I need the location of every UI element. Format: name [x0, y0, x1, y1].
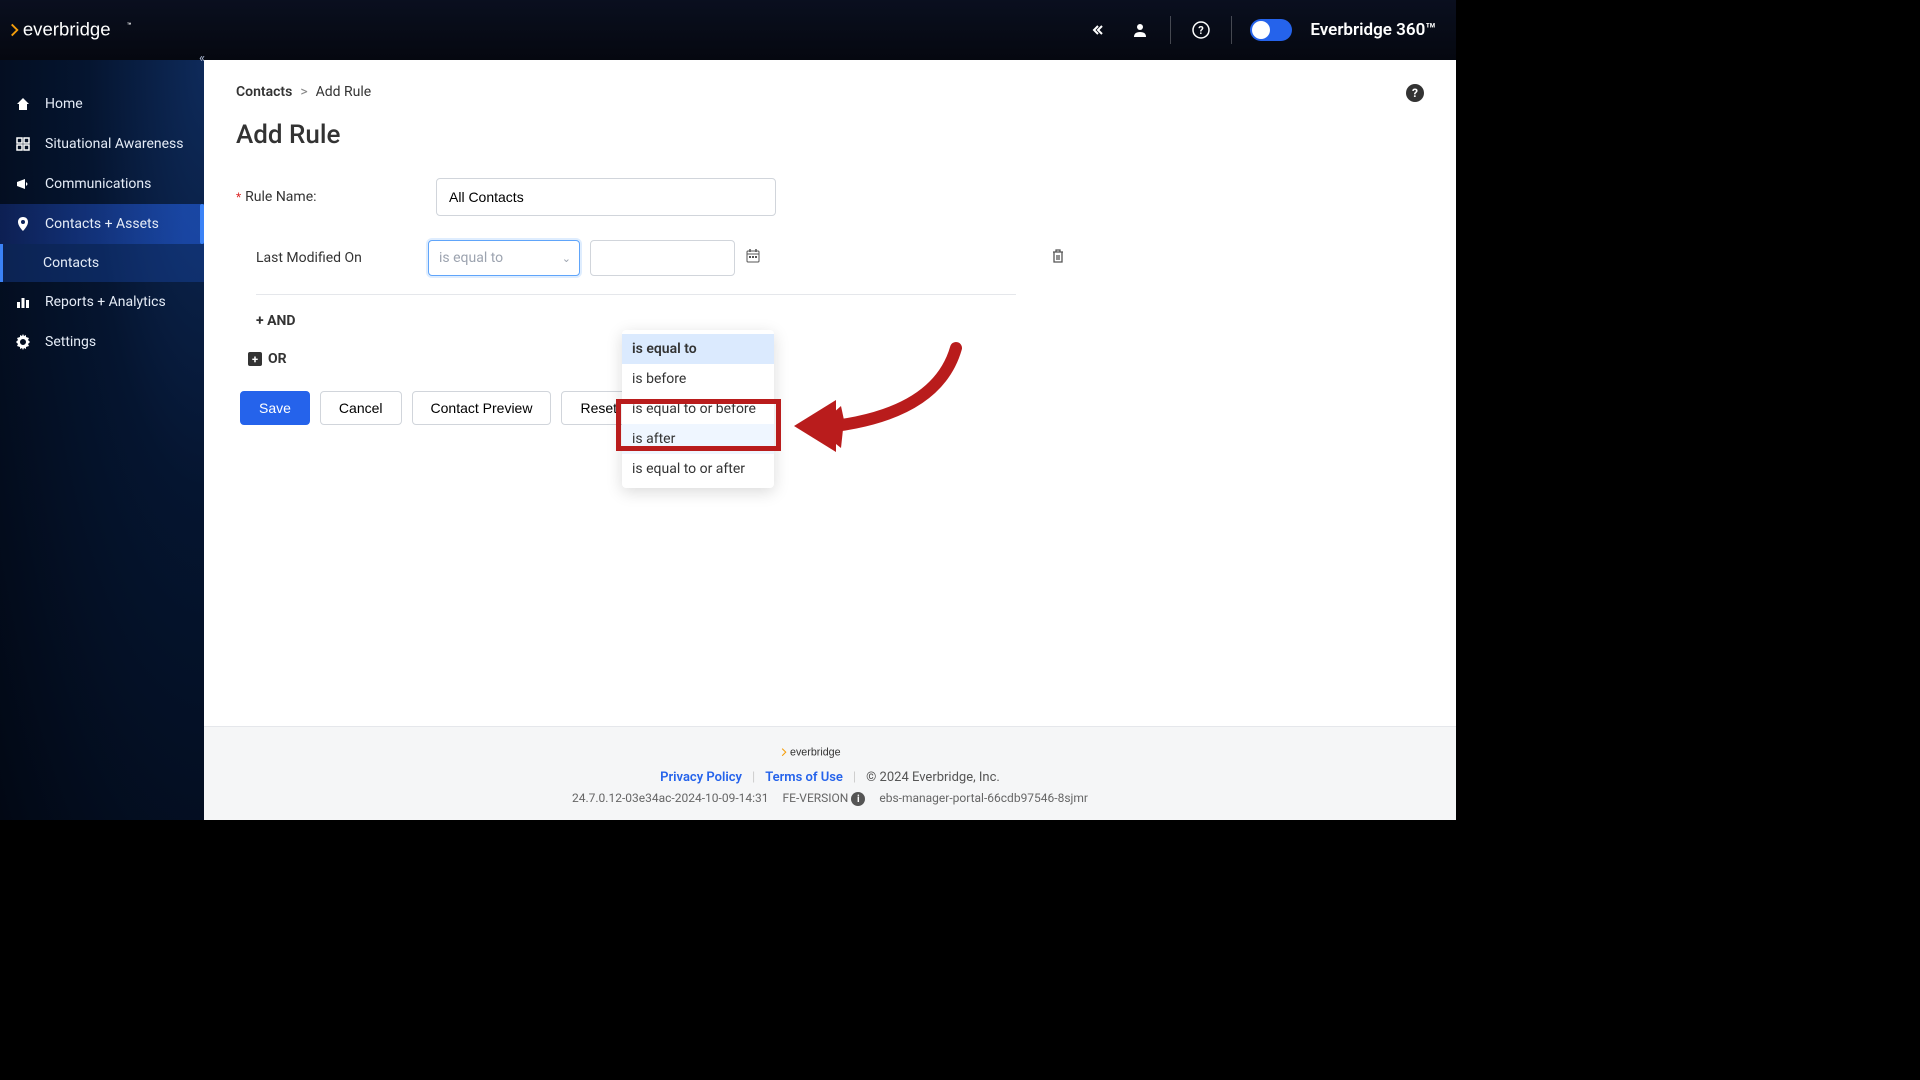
brand-label: Everbridge 360™ — [1310, 20, 1436, 40]
cancel-button[interactable]: Cancel — [320, 391, 402, 425]
main: ? Contacts > Add Rule Add Rule * Rule Na… — [204, 60, 1456, 820]
chevron-down-icon: ⌄ — [562, 252, 571, 265]
sidebar-item-label: Settings — [45, 334, 96, 350]
sidebar-item-situational[interactable]: Situational Awareness — [0, 124, 204, 164]
sidebar-item-home[interactable]: Home — [0, 84, 204, 124]
build-version: 24.7.0.12-03e34ac-2024-10-09-14:31 — [572, 791, 769, 805]
divider — [1170, 16, 1171, 44]
breadcrumb-root[interactable]: Contacts — [236, 84, 292, 100]
dropdown-option[interactable]: is equal to or before — [622, 394, 774, 424]
plus-icon: + — [248, 352, 262, 366]
sidebar-item-label: Contacts — [43, 255, 99, 271]
rule-name-label: Rule Name: — [245, 189, 316, 205]
pin-icon — [14, 215, 32, 233]
collapse-panel-icon[interactable] — [1086, 18, 1110, 42]
dropdown-option[interactable]: is equal to — [622, 334, 774, 364]
sidebar-item-label: Reports + Analytics — [45, 294, 166, 310]
contact-preview-button[interactable]: Contact Preview — [412, 391, 552, 425]
breadcrumb-current: Add Rule — [316, 84, 372, 100]
pod-name: ebs-manager-portal-66cdb97546-8sjmr — [879, 791, 1088, 805]
sidebar-item-reports[interactable]: Reports + Analytics — [0, 282, 204, 322]
breadcrumb-sep: > — [300, 84, 307, 100]
sidebar-item-label: Communications — [45, 176, 151, 192]
sidebar-collapse-icon[interactable]: « — [192, 48, 212, 68]
info-icon[interactable]: i — [851, 792, 865, 806]
sidebar-sub-contacts[interactable]: Contacts — [0, 244, 204, 282]
operator-select[interactable]: is equal to ⌄ — [428, 240, 580, 276]
user-icon[interactable] — [1128, 18, 1152, 42]
svg-text:?: ? — [1199, 24, 1205, 37]
dropdown-option[interactable]: is before — [622, 364, 774, 394]
calendar-icon[interactable] — [745, 248, 761, 268]
or-label: OR — [268, 351, 287, 367]
divider — [256, 294, 1016, 295]
dashboard-icon — [14, 135, 32, 153]
divider: | — [853, 770, 856, 785]
chart-icon — [14, 293, 32, 311]
divider — [1231, 16, 1232, 44]
gear-icon — [14, 333, 32, 351]
megaphone-icon — [14, 175, 32, 193]
sidebar-item-label: Contacts + Assets — [45, 216, 159, 232]
delete-icon[interactable] — [1051, 248, 1065, 268]
terms-link[interactable]: Terms of Use — [765, 770, 843, 785]
required-asterisk: * — [236, 190, 241, 204]
logo: everbridge ™ — [8, 16, 138, 44]
sidebar-item-settings[interactable]: Settings — [0, 322, 204, 362]
rule-name-input[interactable] — [436, 178, 776, 216]
privacy-link[interactable]: Privacy Policy — [660, 770, 742, 785]
svg-text:™: ™ — [127, 21, 132, 30]
svg-text:everbridge: everbridge — [790, 747, 841, 759]
sidebar-item-label: Home — [45, 96, 83, 112]
operator-placeholder: is equal to — [439, 250, 503, 266]
add-or-button[interactable]: + OR — [248, 351, 1424, 367]
page-title: Add Rule — [236, 120, 1424, 150]
fe-version-label: FE-VERSION — [783, 791, 849, 805]
sidebar: Home Situational Awareness Communication… — [0, 60, 204, 820]
sidebar-item-contacts-assets[interactable]: Contacts + Assets — [0, 204, 204, 244]
dropdown-option[interactable]: is after — [622, 424, 774, 454]
footer-logo: everbridge — [204, 745, 1456, 763]
operator-dropdown: is equal to is before is equal to or bef… — [622, 330, 774, 488]
dropdown-option[interactable]: is equal to or after — [622, 454, 774, 484]
brand-toggle[interactable] — [1250, 19, 1292, 41]
sidebar-item-label: Situational Awareness — [45, 136, 184, 152]
divider: | — [752, 770, 755, 785]
help-icon[interactable]: ? — [1189, 18, 1213, 42]
sidebar-item-communications[interactable]: Communications — [0, 164, 204, 204]
date-input[interactable] — [590, 240, 735, 276]
copyright: © 2024 Everbridge, Inc. — [866, 770, 1000, 785]
home-icon — [14, 95, 32, 113]
footer: everbridge Privacy Policy | Terms of Use… — [204, 726, 1456, 820]
breadcrumb: Contacts > Add Rule — [236, 84, 1424, 100]
condition-field-label: Last Modified On — [256, 250, 418, 266]
page-help-icon[interactable]: ? — [1406, 84, 1424, 102]
topbar: everbridge ™ ? Everbridge 360™ — [0, 0, 1456, 60]
save-button[interactable]: Save — [240, 391, 310, 425]
svg-text:everbridge: everbridge — [23, 19, 111, 40]
add-and-button[interactable]: + AND — [256, 313, 1424, 329]
